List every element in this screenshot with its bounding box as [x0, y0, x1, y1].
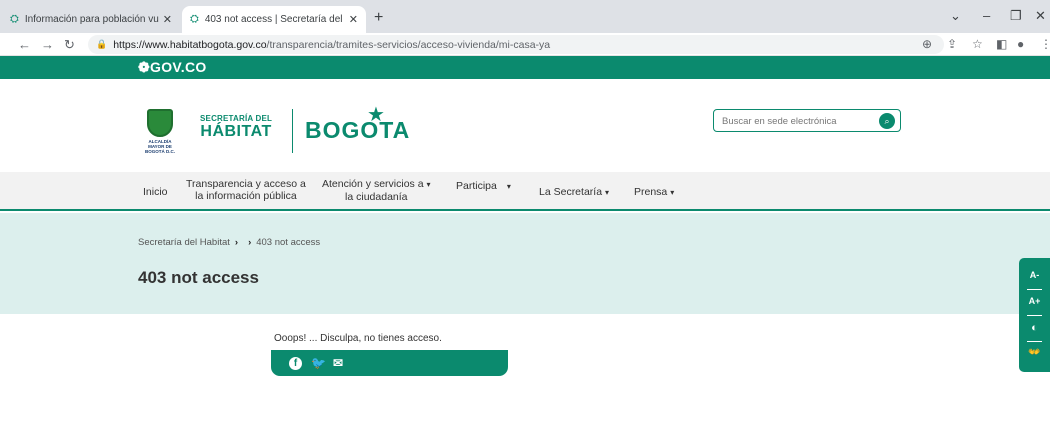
- nav-secretaria[interactable]: La Secretaría ▾: [539, 186, 609, 199]
- close-tab-icon[interactable]: ✕: [163, 13, 172, 26]
- nav-atencion[interactable]: Atención y servicios a ▾ la ciudadanía: [322, 178, 431, 203]
- nav-participa[interactable]: Participa ▾: [456, 180, 511, 193]
- breadcrumb-separator: ›: [234, 237, 239, 248]
- accessibility-panel: A- A+ ◐ 👐: [1019, 258, 1050, 372]
- back-icon[interactable]: ←: [18, 37, 31, 52]
- tab-title: Información para población vulne: [24, 14, 159, 25]
- logo-divider: [292, 109, 293, 153]
- nav-atencion-line1: Atención y servicios a ▾: [322, 178, 431, 190]
- gov-co-bar: ❁GOV.CO: [0, 56, 1050, 79]
- tab-search-icon[interactable]: ⌄: [950, 8, 961, 24]
- share-icon[interactable]: ⇪: [947, 37, 957, 51]
- nav-atencion-line2: la ciudadanía: [345, 191, 408, 203]
- bookmark-star-icon[interactable]: ☆: [972, 37, 983, 51]
- site-favicon-icon: ⛭: [190, 13, 199, 25]
- page-banner: Secretaría del Habitat › › 403 not access 4…: [0, 213, 1050, 314]
- facebook-icon[interactable]: f: [289, 357, 302, 370]
- secretaria-habitat-logo[interactable]: SECRETARÍA DEL HÁBITAT: [200, 114, 272, 141]
- secretaria-bottom: HÁBITAT: [200, 123, 272, 140]
- close-tab-icon[interactable]: ✕: [349, 13, 358, 26]
- divider: [1027, 289, 1042, 290]
- bogota-logo[interactable]: BOGOTA: [305, 117, 410, 144]
- sign-language-icon[interactable]: 👐: [1019, 347, 1050, 358]
- menu-icon[interactable]: ⋮: [1040, 37, 1050, 51]
- site-favicon-icon: ⛭: [10, 13, 19, 25]
- nav-inicio[interactable]: Inicio: [143, 186, 168, 198]
- url-field[interactable]: 🔒 https://www.habitatbogota.gov.co/trans…: [88, 35, 944, 54]
- nav-transparencia-line1: Transparencia y acceso a: [186, 178, 306, 190]
- email-icon[interactable]: ✉: [333, 356, 343, 370]
- contrast-icon[interactable]: ◐: [1019, 322, 1050, 334]
- divider: [1027, 315, 1042, 316]
- browser-tab[interactable]: ⛭ Información para población vulne ✕: [2, 6, 180, 33]
- minimize-icon[interactable]: –: [983, 8, 990, 23]
- maximize-icon[interactable]: ❐: [1010, 8, 1022, 24]
- lock-icon: 🔒: [96, 39, 108, 49]
- nav-transparencia[interactable]: Transparencia y acceso a la información …: [186, 178, 306, 202]
- increase-font-button[interactable]: A+: [1019, 296, 1050, 306]
- twitter-icon[interactable]: 🐦: [311, 356, 326, 370]
- profile-icon[interactable]: ●: [1017, 37, 1024, 51]
- nav-prensa[interactable]: Prensa ▾: [634, 186, 674, 199]
- page-title: 403 not access: [138, 268, 259, 287]
- reload-icon[interactable]: ↻: [64, 37, 75, 53]
- gov-co-logo[interactable]: ❁GOV.CO: [138, 59, 207, 76]
- breadcrumb-current: 403 not access: [256, 237, 321, 248]
- chevron-down-icon: ▾: [670, 188, 675, 197]
- share-bar: f 🐦 ✉: [271, 350, 508, 376]
- site-header: ALCALDÍA MAYOR DE BOGOTÁ D.C. SECRETARÍA…: [0, 79, 1050, 172]
- search-box: ⌕: [713, 109, 901, 132]
- search-input[interactable]: [722, 111, 872, 131]
- url-path: /transparencia/tramites-servicios/acceso…: [266, 38, 551, 51]
- chevron-down-icon: ▾: [426, 180, 431, 189]
- zoom-icon[interactable]: ⊕: [922, 37, 932, 51]
- nav-transparencia-line2: la información pública: [195, 190, 297, 202]
- side-panel-icon[interactable]: ◧: [996, 37, 1007, 51]
- escudo-caption: ALCALDÍA MAYOR DE BOGOTÁ D.C.: [145, 139, 175, 154]
- escudo-logo[interactable]: ALCALDÍA MAYOR DE BOGOTÁ D.C.: [143, 109, 177, 154]
- browser-tab-active[interactable]: ⛭ 403 not access | Secretaría del Há ✕: [182, 6, 366, 33]
- url-host: https://www.habitatbogota.gov.co: [113, 38, 267, 51]
- close-window-icon[interactable]: ✕: [1035, 8, 1046, 24]
- access-denied-message: Ooops! ... Disculpa, no tienes acceso.: [274, 333, 442, 344]
- tab-title: 403 not access | Secretaría del Há: [204, 14, 345, 25]
- forward-icon[interactable]: →: [41, 37, 54, 52]
- breadcrumb: Secretaría del Habitat › › 403 not access: [138, 237, 320, 248]
- chevron-down-icon: ▾: [506, 182, 511, 191]
- address-bar-row: ← → ↻ 🔒 https://www.habitatbogota.gov.co…: [0, 33, 1050, 56]
- breadcrumb-separator: ›: [248, 237, 252, 248]
- shield-icon: [147, 109, 173, 137]
- search-icon[interactable]: ⌕: [879, 113, 895, 129]
- chevron-down-icon: ▾: [605, 188, 610, 197]
- breadcrumb-home[interactable]: Secretaría del Habitat: [138, 237, 230, 248]
- divider: [1027, 341, 1042, 342]
- decrease-font-button[interactable]: A-: [1019, 270, 1050, 280]
- main-nav: Inicio Transparencia y acceso a la infor…: [0, 172, 1050, 211]
- secretaria-top: SECRETARÍA DEL: [200, 114, 273, 123]
- browser-tab-bar: ⛭ Información para población vulne ✕ ⛭ 4…: [0, 0, 1050, 33]
- new-tab-button[interactable]: +: [374, 9, 383, 27]
